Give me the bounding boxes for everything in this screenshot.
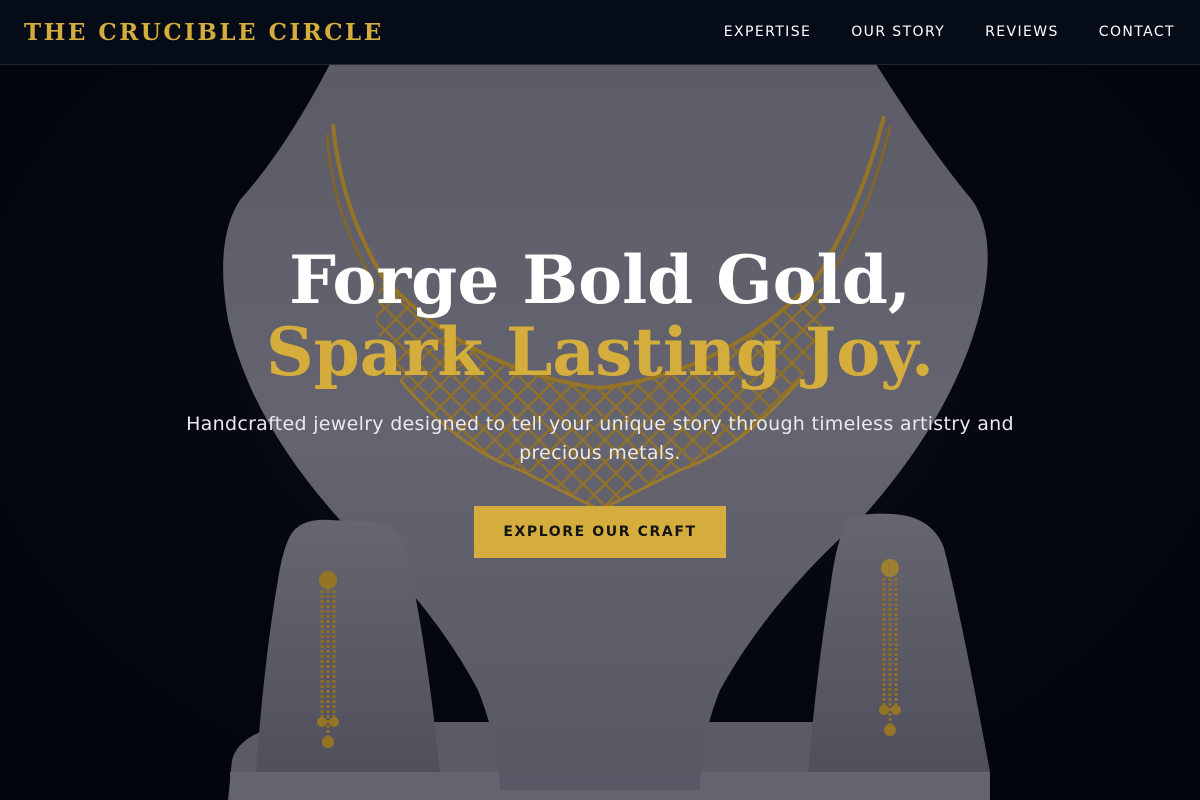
nav-link-contact[interactable]: CONTACT bbox=[1099, 24, 1175, 40]
site-header: THE CRUCIBLE CIRCLE EXPERTISE OUR STORY … bbox=[0, 0, 1200, 65]
nav-link-our-story[interactable]: OUR STORY bbox=[851, 24, 945, 40]
hero-headline-line2: Spark Lasting Joy. bbox=[265, 313, 935, 391]
main-nav: EXPERTISE OUR STORY REVIEWS CONTACT bbox=[724, 24, 1175, 40]
nav-link-expertise[interactable]: EXPERTISE bbox=[724, 24, 811, 40]
explore-craft-button[interactable]: EXPLORE OUR CRAFT bbox=[474, 506, 726, 558]
nav-link-reviews[interactable]: REVIEWS bbox=[985, 24, 1059, 40]
hero-headline: Forge Bold Gold, Spark Lasting Joy. bbox=[0, 244, 1200, 388]
hero-section bbox=[0, 0, 1200, 800]
hero-subtitle: Handcrafted jewelry designed to tell you… bbox=[186, 413, 1014, 464]
hero-headline-line1: Forge Bold Gold, bbox=[289, 241, 911, 319]
brand-logo[interactable]: THE CRUCIBLE CIRCLE bbox=[24, 19, 384, 46]
hero-dark-overlay bbox=[0, 0, 1200, 800]
